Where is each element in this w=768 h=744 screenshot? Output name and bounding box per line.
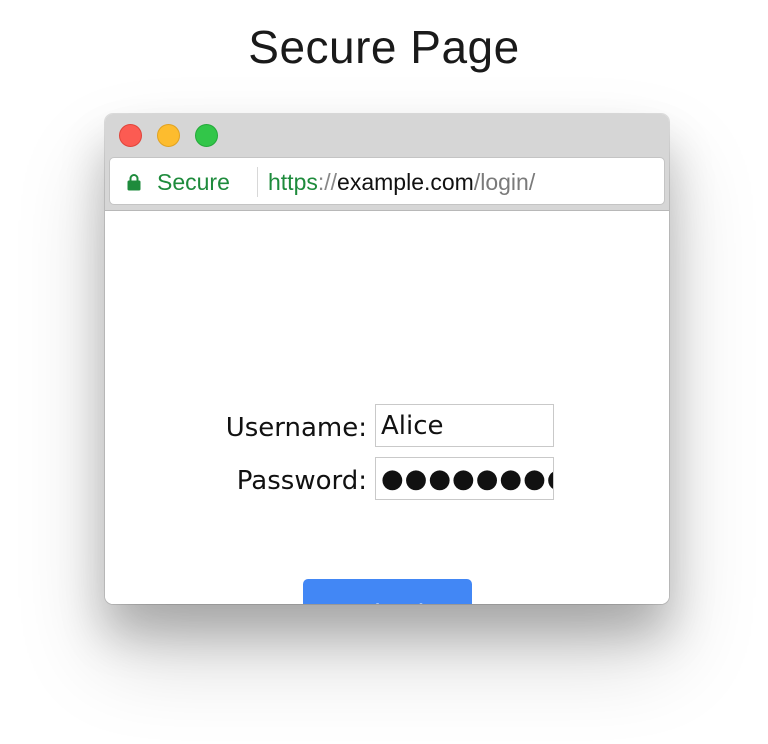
secure-indicator-label[interactable]: Secure (157, 169, 230, 196)
password-input[interactable] (375, 457, 554, 500)
url-path: /login/ (473, 169, 536, 195)
username-input[interactable] (375, 404, 554, 447)
lock-icon (127, 174, 141, 191)
page-content: Username: Password: Submit (105, 211, 669, 604)
page-title: Secure Page (248, 21, 520, 73)
username-label: Username: (225, 413, 367, 443)
submit-button[interactable]: Submit (303, 579, 472, 604)
close-window-button[interactable] (119, 124, 142, 147)
address-bar-divider (257, 167, 258, 197)
browser-window: Secure https://example.com/login/ Userna… (105, 114, 669, 604)
browser-titlebar: Secure https://example.com/login/ (105, 114, 669, 211)
password-label: Password: (236, 466, 367, 496)
minimize-window-button[interactable] (157, 124, 180, 147)
url-host: example.com (337, 169, 474, 195)
maximize-window-button[interactable] (195, 124, 218, 147)
page: Secure Page Secure https://example.com/l… (0, 0, 768, 744)
url-separator: :// (317, 169, 338, 195)
url-scheme: https (268, 169, 318, 195)
url-text[interactable]: https://example.com/login/ (268, 169, 535, 196)
address-bar[interactable]: Secure https://example.com/login/ (109, 157, 665, 205)
